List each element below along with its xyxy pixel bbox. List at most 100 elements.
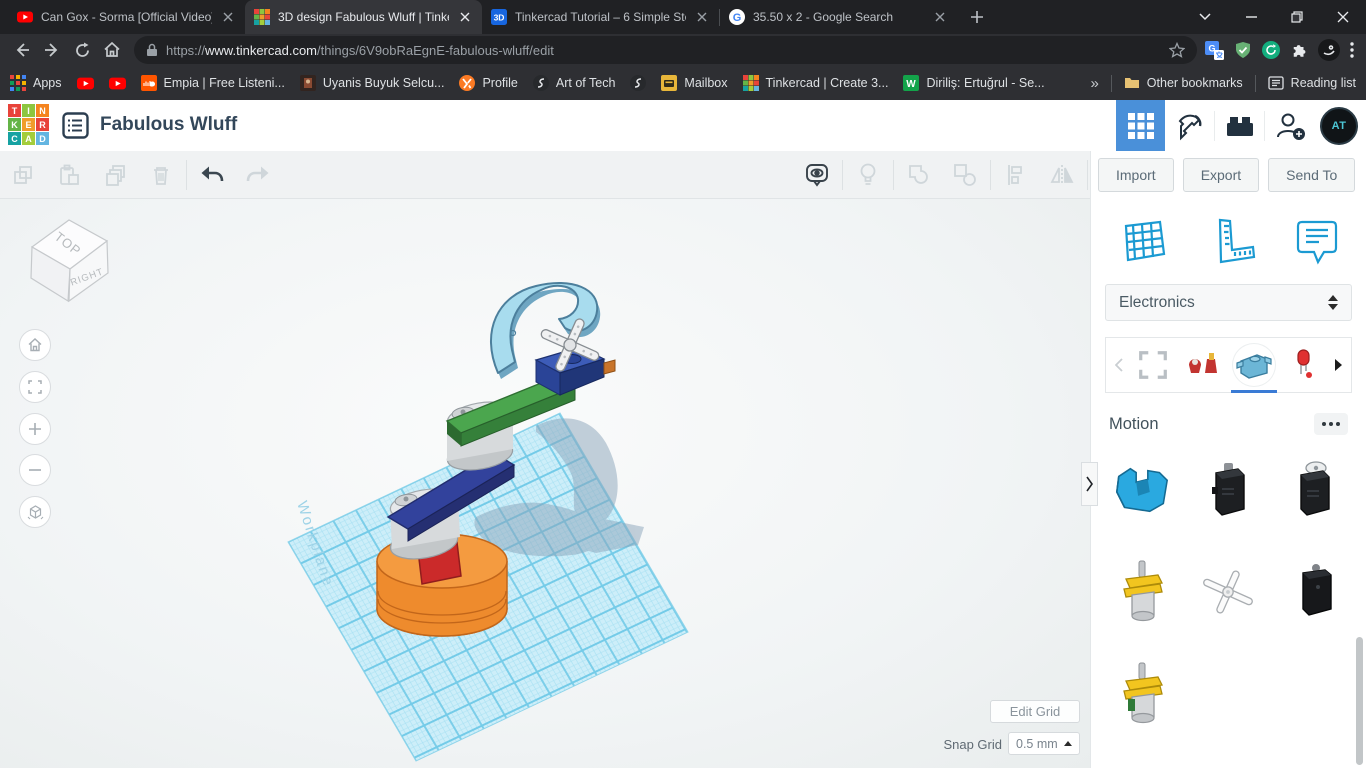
design-title[interactable]: Fabulous Wluff (100, 114, 237, 136)
refresh-extension-icon[interactable] (1262, 41, 1280, 59)
zoom-in-button[interactable] (19, 413, 51, 445)
reload-button[interactable] (68, 36, 96, 64)
thumbnail-icon (300, 75, 316, 91)
send-to-button[interactable]: Send To (1268, 158, 1355, 192)
tab-youtube[interactable]: Can Gox - Sorma [Official Video] (8, 0, 245, 34)
bookmark-dirilis[interactable]: W Diriliş: Ertuğrul - Se... (903, 75, 1044, 91)
select-spinner-icon (1328, 295, 1338, 310)
snap-grid-select[interactable]: 0.5 mm (1008, 732, 1080, 755)
divider (1255, 75, 1256, 92)
globe-dark-icon[interactable] (630, 75, 646, 91)
profile-avatar-icon[interactable] (1318, 39, 1340, 61)
translate-extension-icon[interactable]: G (1205, 41, 1224, 60)
mirror-button[interactable] (1039, 151, 1085, 199)
show-hidden-objects-button[interactable] (794, 151, 840, 199)
puzzle-extensions-icon[interactable] (1290, 41, 1308, 59)
home-button[interactable] (98, 36, 126, 64)
tab-close-icon[interactable] (220, 9, 236, 25)
part-micro-servo-horn[interactable] (1279, 447, 1351, 533)
part-micro-servo-holder[interactable] (1106, 447, 1178, 533)
workplane-tool-icon[interactable] (1117, 216, 1169, 266)
chrome-menu-icon[interactable] (1350, 42, 1354, 58)
adguard-extension-icon[interactable] (1234, 41, 1252, 59)
show-all-button[interactable] (845, 151, 891, 199)
url-text: https://www.tinkercad.com/things/6V9obRa… (166, 43, 1161, 58)
screen: Can Gox - Sorma [Official Video] 3D desi… (0, 0, 1366, 768)
scroll-left-icon[interactable] (1110, 358, 1128, 372)
copy-button[interactable] (0, 151, 46, 199)
bookmark-mailbox[interactable]: Mailbox (661, 75, 727, 91)
bookmark-star-icon[interactable] (1169, 42, 1185, 58)
tab-search-icon[interactable] (1182, 0, 1228, 34)
tab-google-search[interactable]: G 35.50 x 2 - Google Search (720, 0, 957, 34)
paste-button[interactable] (46, 151, 92, 199)
svg-text:W: W (907, 79, 917, 90)
align-button[interactable] (993, 151, 1039, 199)
fit-view-button[interactable] (19, 371, 51, 403)
tab-close-icon[interactable] (457, 9, 473, 25)
ruler-tool-icon[interactable] (1206, 216, 1256, 266)
redo-button[interactable] (235, 151, 281, 199)
bookmark-artoftech[interactable]: Art of Tech (533, 75, 616, 91)
part-micro-servo-rear[interactable] (1279, 549, 1351, 635)
new-tab-button[interactable] (963, 3, 991, 31)
user-avatar[interactable]: AT (1320, 107, 1358, 145)
scroll-right-icon[interactable] (1329, 358, 1347, 372)
extensions-row: G (1205, 39, 1358, 61)
perspective-toggle-button[interactable] (19, 496, 51, 528)
right-panel: Import Export Send To Electronics Motion (1090, 151, 1366, 768)
group-button[interactable] (896, 151, 942, 199)
ungroup-button[interactable] (942, 151, 988, 199)
tinkercad-logo[interactable]: TINKERCAD (8, 104, 49, 145)
other-bookmarks[interactable]: Other bookmarks (1124, 75, 1243, 91)
notes-tool-icon[interactable] (1292, 216, 1340, 266)
duplicate-button[interactable] (92, 151, 138, 199)
view-cube[interactable]: TOP RIGHT (14, 207, 124, 307)
bookmark-empia[interactable]: Empia | Free Listeni... (141, 75, 285, 91)
undo-button[interactable] (189, 151, 235, 199)
brick-export-button[interactable] (1215, 100, 1264, 151)
bookmark-uyanis[interactable]: Uyanis Buyuk Selcu... (300, 75, 445, 91)
maximize-button[interactable] (1274, 0, 1320, 34)
tab-close-icon[interactable] (694, 9, 710, 25)
category-servo-selected[interactable] (1229, 337, 1279, 393)
bookmark-youtube-icon[interactable] (77, 75, 94, 92)
panel-collapse-handle[interactable] (1081, 462, 1098, 506)
back-button[interactable] (8, 36, 36, 64)
part-gear-motor[interactable] (1106, 549, 1178, 635)
import-button[interactable]: Import (1098, 158, 1174, 192)
tab-tinkercad-design[interactable]: 3D design Fabulous Wluff | Tinke (245, 0, 482, 34)
bookmark-profile[interactable]: Profile (459, 75, 517, 91)
part-gear-motor-2[interactable] (1106, 651, 1178, 737)
category-all-parts[interactable] (1128, 337, 1178, 393)
tab-tutorial[interactable]: 3D Tinkercad Tutorial – 6 Simple Ste (482, 0, 719, 34)
edit-grid-button[interactable]: Edit Grid (990, 700, 1080, 723)
reading-list[interactable]: Reading list (1268, 75, 1356, 91)
part-micro-servo[interactable] (1192, 447, 1264, 533)
parts-category-select[interactable]: Electronics (1105, 284, 1352, 321)
minimize-button[interactable] (1228, 0, 1274, 34)
zoom-out-button[interactable] (19, 454, 51, 486)
home-view-button[interactable] (19, 329, 51, 361)
bookmark-apps[interactable]: Apps (10, 75, 62, 91)
forward-button[interactable] (38, 36, 66, 64)
export-button[interactable]: Export (1183, 158, 1259, 192)
delete-button[interactable] (138, 151, 184, 199)
minecraft-pickaxe-button[interactable] (1165, 100, 1214, 151)
panel-scrollbar[interactable] (1356, 637, 1363, 765)
part-servo-horn-cross[interactable] (1192, 549, 1264, 635)
w-site-icon: W (903, 75, 919, 91)
bookmark-youtube-icon[interactable] (109, 75, 126, 92)
blocks-view-button[interactable] (1116, 100, 1165, 151)
section-menu-icon[interactable] (1314, 413, 1348, 435)
url-bar[interactable]: https://www.tinkercad.com/things/6V9obRa… (134, 36, 1197, 64)
bookmark-tinkercad[interactable]: Tinkercad | Create 3... (743, 75, 889, 91)
invite-collaborator-button[interactable] (1265, 100, 1314, 151)
category-led[interactable] (1279, 337, 1329, 393)
close-window-button[interactable] (1320, 0, 1366, 34)
design-menu-icon[interactable] (62, 112, 89, 139)
viewport[interactable]: Workplane (0, 199, 1090, 768)
category-components[interactable] (1178, 337, 1228, 393)
bookmarks-overflow-chevron[interactable]: » (1090, 75, 1098, 92)
tab-close-icon[interactable] (932, 9, 948, 25)
